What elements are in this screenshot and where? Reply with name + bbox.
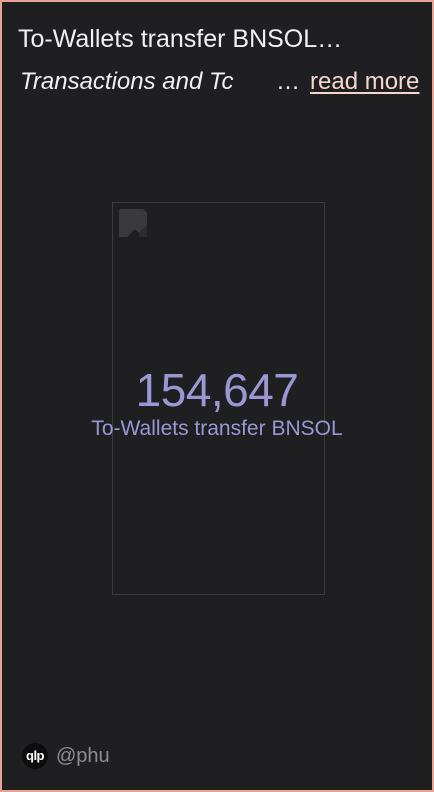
description-row: Transactions and Tc … read more: [20, 66, 422, 98]
metric-label: To-Wallets transfer BNSOL: [91, 417, 343, 440]
avatar[interactable]: qlp: [22, 743, 48, 769]
read-more-link[interactable]: read more: [310, 67, 419, 97]
metric-block: 154,647 To-Wallets transfer BNSOL: [2, 362, 432, 442]
card-description: Transactions and Tc: [20, 68, 234, 95]
metric-value: 154,647: [135, 364, 299, 416]
author-footer[interactable]: qlp @phu: [22, 742, 110, 770]
author-handle[interactable]: @phu: [56, 745, 110, 768]
broken-image-icon: [119, 209, 147, 237]
card-title: To-Wallets transfer BNSOL…: [18, 25, 343, 53]
dashboard-card: To-Wallets transfer BNSOL… Transactions …: [0, 0, 434, 792]
description-ellipsis: …: [276, 68, 300, 95]
